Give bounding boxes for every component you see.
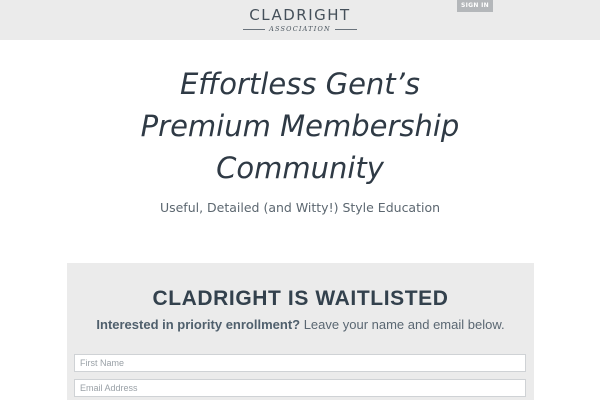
logo-tagline: ASSOCIATION [269, 25, 331, 33]
waitlist-lead: Interested in priority enrollment? Leave… [67, 317, 534, 332]
waitlist-lead-text: Leave your name and email below. [300, 317, 505, 332]
waitlist-panel: CLADRIGHT IS WAITLISTED Interested in pr… [67, 263, 534, 400]
cladright-logo[interactable]: CLADRIGHT ASSOCIATION [0, 6, 600, 33]
hero-title: Effortless Gent’s Premium Membership Com… [0, 63, 600, 189]
email-input[interactable] [74, 379, 526, 397]
top-bar: CLADRIGHT ASSOCIATION SIGN IN [0, 0, 600, 40]
logo-subline: ASSOCIATION [0, 25, 600, 33]
hero-title-line-1: Effortless Gent’s [179, 67, 420, 101]
logo-rule-left [243, 28, 266, 30]
logo-wordmark: CLADRIGHT [249, 6, 351, 24]
logo-rule-right [334, 28, 357, 30]
hero-subtitle: Useful, Detailed (and Witty!) Style Educ… [159, 200, 441, 215]
waitlist-lead-bold: Interested in priority enrollment? [96, 317, 301, 332]
waitlist-title: CLADRIGHT IS WAITLISTED [152, 287, 449, 310]
hero-title-line-3: Community [216, 151, 384, 185]
first-name-input[interactable] [74, 354, 526, 372]
sign-in-button[interactable]: SIGN IN [457, 0, 493, 12]
hero-title-line-2: Premium Membership [140, 109, 460, 143]
